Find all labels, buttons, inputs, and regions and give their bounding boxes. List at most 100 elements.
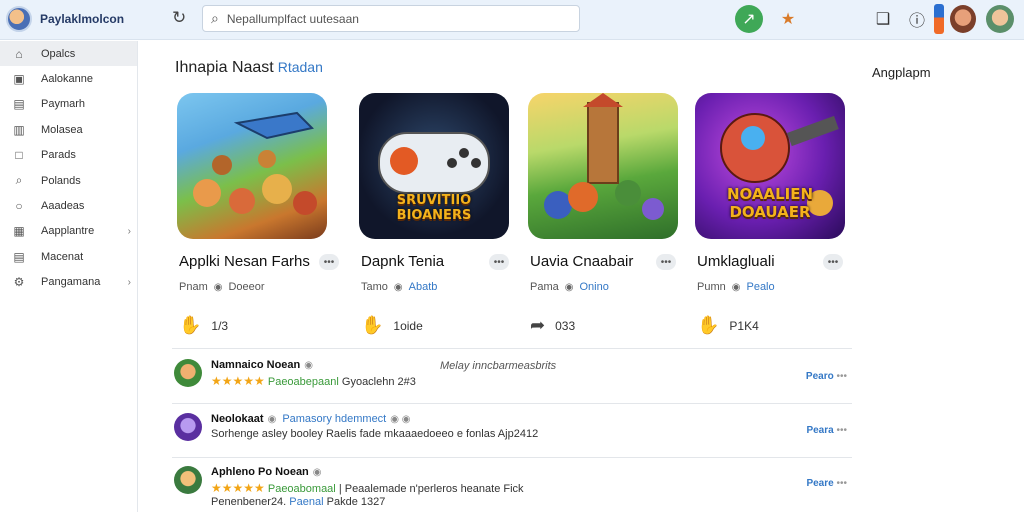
star-icon[interactable]: ★ bbox=[776, 5, 800, 33]
sidebar-item-6[interactable]: ○ Aaadeas bbox=[0, 193, 137, 218]
chat-icon: ○ bbox=[15, 199, 23, 214]
sidebar-item-label: Macenat bbox=[41, 250, 84, 263]
more-options-icon[interactable]: ••• bbox=[489, 254, 509, 270]
reviewer-avatar[interactable] bbox=[174, 466, 202, 494]
app-meta: Tamo ◉ Abatb bbox=[361, 281, 438, 293]
review-item: Namnaico Noean ◉ Melay inncbarmeasbrits ★… bbox=[172, 355, 852, 403]
brand-name: Paylaklmolcon bbox=[40, 12, 125, 26]
profile-avatar[interactable] bbox=[986, 5, 1014, 33]
like-icon: ✋ bbox=[697, 315, 720, 335]
app-title[interactable]: Umklagluali bbox=[697, 253, 775, 270]
verified-icon: ◉ bbox=[304, 360, 313, 371]
reviewer-avatar[interactable] bbox=[174, 413, 202, 441]
app-meta: Pnam ◉ Doeeor bbox=[179, 281, 265, 293]
sidebar-item-5[interactable]: ⌕ Polands bbox=[0, 168, 137, 193]
more-options-icon[interactable]: ••• bbox=[656, 254, 676, 270]
review-text: Sorhenge asley booley Raelis fade mkaaae… bbox=[211, 428, 539, 440]
reply-button[interactable]: Peare ••• bbox=[806, 478, 847, 489]
app-artwork-image[interactable]: SRUVITIIO BIOANERS bbox=[359, 93, 509, 239]
app-artwork-image[interactable] bbox=[177, 93, 327, 239]
more-options-icon[interactable]: ••• bbox=[319, 254, 339, 270]
app-card[interactable]: SRUVITIIO BIOANERS Dapnk Tenia ••• Tamo ◉… bbox=[359, 93, 529, 343]
reviewer-name[interactable]: Namnaico Noean ◉ bbox=[211, 359, 313, 371]
verified-icon: ◉ bbox=[267, 414, 277, 425]
sidebar-item-label: Aapplantre bbox=[41, 225, 95, 238]
sidebar-item-label: Opalcs bbox=[41, 47, 76, 60]
sidebar: ⌂ Opalcs ▣ Aalokanne ▤ Paymarh ▥ Molasea □ Pa… bbox=[0, 41, 138, 512]
bottle-icon[interactable] bbox=[934, 4, 944, 34]
verified-icon: ◉ bbox=[312, 467, 322, 478]
review-text-line-2: Penenbener24. Paenal Pakde 1327 bbox=[211, 496, 386, 508]
grid-icon: ▦ bbox=[13, 224, 25, 239]
share-icon: ➦ bbox=[530, 315, 546, 335]
sidebar-item-9[interactable]: ⚙ Pangamana › bbox=[0, 270, 137, 295]
review-tag: Pamasory hdemmect bbox=[282, 413, 387, 425]
leaf-icon[interactable]: ↗ bbox=[735, 5, 763, 33]
side-label: Angplapm bbox=[872, 65, 931, 80]
search-input[interactable] bbox=[226, 11, 557, 26]
chevron-right-icon: › bbox=[127, 276, 131, 288]
review-note: Melay inncbarmeasbrits bbox=[440, 360, 557, 372]
review-item: Neolokaat ◉ Pamasory hdemmect ◉ ◉ Sorhenge … bbox=[172, 409, 852, 457]
search-icon: ⌕ bbox=[211, 10, 219, 26]
artwork-text: SRUVITIIO BIOANERS bbox=[396, 193, 472, 223]
app-artwork-image[interactable]: NOAALIEN DOAUAER bbox=[695, 93, 845, 239]
main-content: Ihnapia Naast Rtadan Angplapm Applki Nesa… bbox=[139, 41, 1024, 512]
search-box[interactable]: ⌕ bbox=[202, 5, 580, 32]
sidebar-item-label: Paymarh bbox=[41, 98, 86, 111]
section-subtitle-link[interactable]: Rtadan bbox=[278, 59, 323, 75]
info-icon[interactable]: ⓘ bbox=[906, 5, 928, 33]
app-action[interactable]: ➦ 033 bbox=[530, 315, 575, 336]
app-title[interactable]: Dapnk Tenia bbox=[361, 253, 444, 270]
verified-icon: ◉ bbox=[393, 281, 403, 293]
reviewer-avatar[interactable] bbox=[174, 359, 202, 387]
list-icon: ▤ bbox=[13, 249, 25, 264]
review-text: ★★★★★ Paeoabomaal | Peaalemade n'perlero… bbox=[211, 481, 524, 495]
reviewer-name[interactable]: Aphleno Po Noean ◉ bbox=[211, 466, 322, 478]
like-icon: ✋ bbox=[179, 315, 202, 335]
reviewer-name[interactable]: Neolokaat ◉ Pamasory hdemmect ◉ ◉ bbox=[211, 413, 410, 425]
app-title[interactable]: Applki Nesan Farhs bbox=[179, 253, 310, 270]
bookmark-icon: ▤ bbox=[13, 97, 25, 112]
window-icon: ▣ bbox=[13, 72, 25, 87]
sidebar-item-4[interactable]: □ Parads bbox=[0, 143, 137, 168]
app-card[interactable]: Applki Nesan Farhs ••• Pnam ◉ Doeeor ✋ 1/3 bbox=[177, 93, 347, 343]
home-icon: ⌂ bbox=[15, 46, 23, 61]
sidebar-item-label: Molasea bbox=[41, 123, 83, 136]
app-meta: Pama ◉ Onino bbox=[530, 281, 609, 293]
sidebar-item-3[interactable]: ▥ Molasea bbox=[0, 117, 137, 142]
verified-icon: ◉ ◉ bbox=[390, 414, 411, 425]
app-title[interactable]: Uavia Cnaabair bbox=[530, 253, 633, 270]
app-artwork-image[interactable] bbox=[528, 93, 678, 239]
brand-logo-icon bbox=[6, 6, 32, 32]
divider bbox=[172, 457, 852, 458]
app-card[interactable]: NOAALIEN DOAUAER Umklagluali ••• Pumn ◉ Pe… bbox=[695, 93, 865, 343]
sidebar-item-1[interactable]: ▣ Aalokanne bbox=[0, 66, 137, 91]
more-options-icon[interactable]: ••• bbox=[823, 254, 843, 270]
sidebar-item-0[interactable]: ⌂ Opalcs bbox=[0, 41, 137, 67]
app-card[interactable]: Uavia Cnaabair ••• Pama ◉ Onino ➦ 033 bbox=[528, 93, 698, 343]
reply-button[interactable]: Peara ••• bbox=[806, 425, 847, 436]
refresh-icon[interactable]: ↻ bbox=[172, 8, 186, 28]
sidebar-item-label: Polands bbox=[41, 174, 81, 187]
app-action[interactable]: ✋ P1K4 bbox=[697, 315, 759, 336]
sidebar-item-label: Pangamana bbox=[41, 276, 101, 289]
sidebar-item-7[interactable]: ▦ Aapplantre › bbox=[0, 219, 137, 244]
chevron-right-icon: › bbox=[127, 225, 131, 237]
app-action[interactable]: ✋ 1/3 bbox=[179, 315, 228, 336]
document-icon[interactable]: ❑ bbox=[872, 5, 894, 33]
sidebar-item-label: Parads bbox=[41, 149, 76, 162]
sidebar-item-2[interactable]: ▤ Paymarh bbox=[0, 92, 137, 117]
avatar[interactable] bbox=[950, 5, 976, 33]
divider bbox=[172, 403, 852, 404]
app-meta: Pumn ◉ Pealo bbox=[697, 281, 775, 293]
review-text: ★★★★★ Paeoabepaanl Gyoaclehn 2#3 bbox=[211, 374, 416, 388]
divider bbox=[172, 348, 852, 349]
sidebar-item-8[interactable]: ▤ Macenat bbox=[0, 244, 137, 269]
app-action[interactable]: ✋ 1oide bbox=[361, 315, 423, 336]
box-icon: ▥ bbox=[13, 122, 25, 137]
brand[interactable]: Paylaklmolcon bbox=[6, 6, 124, 32]
review-item: Aphleno Po Noean ◉ ★★★★★ Paeoabomaal | Pe… bbox=[172, 462, 852, 510]
reply-button[interactable]: Pearo ••• bbox=[806, 371, 847, 382]
sidebar-item-label: Aaadeas bbox=[41, 200, 85, 213]
